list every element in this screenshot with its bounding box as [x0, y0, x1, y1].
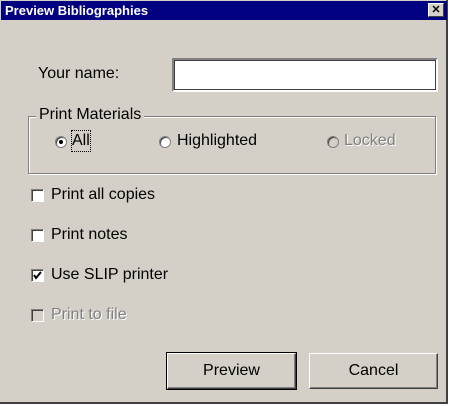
checkmark-icon — [33, 271, 42, 280]
preview-bibliographies-dialog: Preview Bibliographies ✕ Your name: Prin… — [0, 0, 448, 404]
print-all-copies-checkbox[interactable] — [31, 189, 44, 202]
use-slip-printer-label[interactable]: Use SLIP printer — [51, 265, 168, 285]
radio-all-label[interactable]: All — [71, 130, 91, 152]
print-to-file-label: Print to file — [51, 306, 127, 323]
preview-button[interactable]: Preview — [166, 352, 297, 390]
radio-locked — [327, 136, 339, 148]
window-title: Preview Bibliographies — [5, 3, 149, 18]
your-name-label: Your name: — [38, 65, 120, 82]
print-materials-label: Print Materials — [36, 105, 145, 125]
close-icon: ✕ — [431, 4, 441, 16]
radio-all[interactable] — [55, 136, 67, 148]
your-name-input[interactable] — [172, 58, 438, 92]
cancel-button-label: Cancel — [348, 362, 399, 379]
radio-highlighted-label[interactable]: Highlighted — [177, 131, 257, 151]
print-notes-checkbox[interactable] — [31, 229, 44, 242]
use-slip-printer-checkbox[interactable] — [31, 269, 44, 282]
print-notes-label[interactable]: Print notes — [51, 225, 127, 245]
close-button[interactable]: ✕ — [428, 3, 444, 17]
print-to-file-checkbox — [31, 309, 44, 322]
title-bar: Preview Bibliographies ✕ — [1, 1, 447, 20]
radio-highlighted[interactable] — [159, 136, 171, 148]
radio-locked-label: Locked — [344, 132, 396, 149]
preview-button-label: Preview — [203, 362, 260, 379]
cancel-button[interactable]: Cancel — [309, 353, 438, 389]
print-all-copies-label[interactable]: Print all copies — [51, 185, 155, 205]
